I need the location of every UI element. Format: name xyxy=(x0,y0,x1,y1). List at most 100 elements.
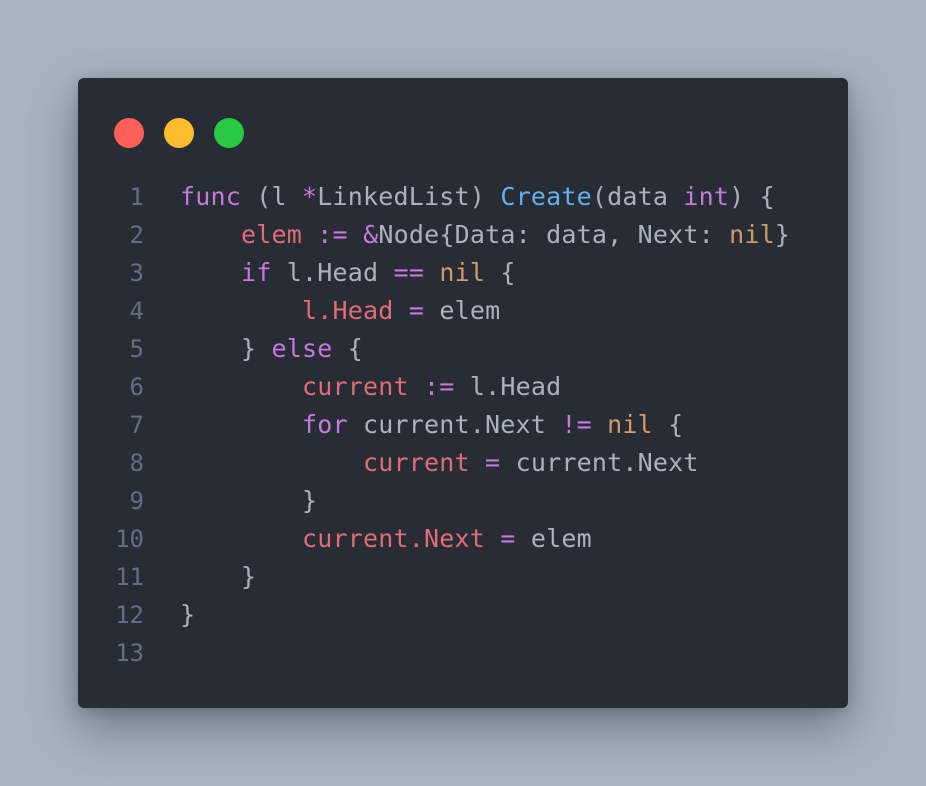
code-token: current.Next xyxy=(302,524,486,553)
code-token: := xyxy=(424,372,455,401)
code-token: } xyxy=(180,486,318,515)
code-line: 10 current.Next = elem xyxy=(78,520,848,558)
code-token: for xyxy=(302,410,348,439)
code-line: 4 l.Head = elem xyxy=(78,292,848,330)
code-token: elem xyxy=(241,220,303,249)
line-source: elem := &Node{Data: data, Next: nil} xyxy=(180,216,790,254)
code-token: current.Next xyxy=(347,410,562,439)
line-number: 12 xyxy=(115,601,144,629)
minimize-button[interactable] xyxy=(164,118,194,148)
code-line: 1 func (l *LinkedList) Create(data int) { xyxy=(78,178,848,216)
line-number: 3 xyxy=(129,259,144,287)
code-editor: 1 func (l *LinkedList) Create(data int) {… xyxy=(78,178,848,672)
line-number: 10 xyxy=(115,525,144,553)
line-source: } xyxy=(180,558,256,596)
line-source: l.Head = elem xyxy=(180,292,500,330)
code-token: current xyxy=(363,448,470,477)
line-source: } xyxy=(180,482,317,520)
code-token: } xyxy=(774,220,791,249)
close-button[interactable] xyxy=(114,118,144,148)
code-token: } xyxy=(180,334,272,363)
code-token: else xyxy=(271,334,333,363)
code-line: 9 } xyxy=(78,482,848,520)
code-token: LinkedList) xyxy=(317,182,501,211)
line-number: 7 xyxy=(129,411,144,439)
maximize-button[interactable] xyxy=(214,118,244,148)
code-token: != xyxy=(561,410,592,439)
code-token: int xyxy=(683,182,730,211)
line-number: 1 xyxy=(129,183,144,211)
line-source: } else { xyxy=(180,330,363,368)
line-number: 4 xyxy=(129,297,144,325)
code-line: 5 } else { xyxy=(78,330,848,368)
code-token: (data xyxy=(591,182,684,211)
code-line: 6 current := l.Head xyxy=(78,368,848,406)
code-token: if xyxy=(241,258,272,287)
code-token: nil xyxy=(607,410,653,439)
code-line: 3 if l.Head == nil { xyxy=(78,254,848,292)
code-line: 12} xyxy=(78,596,848,634)
code-token: elem xyxy=(424,296,501,325)
code-token: := xyxy=(317,220,348,249)
line-source: func (l *LinkedList) Create(data int) { xyxy=(180,178,775,216)
line-number: 5 xyxy=(129,335,144,363)
code-token: func xyxy=(180,182,242,211)
line-source: current.Next = elem xyxy=(180,520,592,558)
line-source: } xyxy=(180,596,195,634)
code-line: 8 current = current.Next xyxy=(78,444,848,482)
code-token: elem xyxy=(515,524,592,553)
code-token: = xyxy=(485,448,501,477)
line-number: 11 xyxy=(115,563,144,591)
line-source: for current.Next != nil { xyxy=(180,406,683,444)
line-source: current := l.Head xyxy=(180,368,561,406)
code-line: 13 xyxy=(78,634,848,672)
line-number: 13 xyxy=(115,639,144,667)
code-token: == xyxy=(393,258,425,287)
line-source: current = current.Next xyxy=(180,444,699,482)
line-source: if l.Head == nil { xyxy=(180,254,516,292)
code-line: 2 elem := &Node{Data: data, Next: nil} xyxy=(78,216,848,254)
code-line: 7 for current.Next != nil { xyxy=(78,406,848,444)
code-token: = xyxy=(500,524,516,553)
code-token: { xyxy=(485,258,516,287)
code-token: l.Head xyxy=(302,296,394,325)
code-token: nil xyxy=(729,220,775,249)
code-token: & xyxy=(363,220,379,249)
line-number: 6 xyxy=(129,373,144,401)
line-number: 9 xyxy=(129,487,144,515)
code-window: 1 func (l *LinkedList) Create(data int) {… xyxy=(78,78,848,708)
code-token: l.Head xyxy=(271,258,394,287)
code-token: } xyxy=(180,600,196,629)
code-token: (l xyxy=(241,182,303,211)
line-number: 8 xyxy=(129,449,144,477)
code-token: { xyxy=(652,410,684,439)
code-token: current.Next xyxy=(500,448,699,477)
code-token: * xyxy=(302,182,318,211)
code-token: Create xyxy=(500,182,592,211)
code-token: ) { xyxy=(729,182,775,211)
code-token: current xyxy=(302,372,409,401)
code-token: Node{Data: data, Next: xyxy=(378,220,730,249)
code-token: } xyxy=(180,562,257,591)
code-line: 11 } xyxy=(78,558,848,596)
code-token: l.Head xyxy=(454,372,562,401)
code-token: { xyxy=(332,334,364,363)
code-token: = xyxy=(408,296,425,325)
code-token: nil xyxy=(439,258,486,287)
line-number: 2 xyxy=(129,221,144,249)
